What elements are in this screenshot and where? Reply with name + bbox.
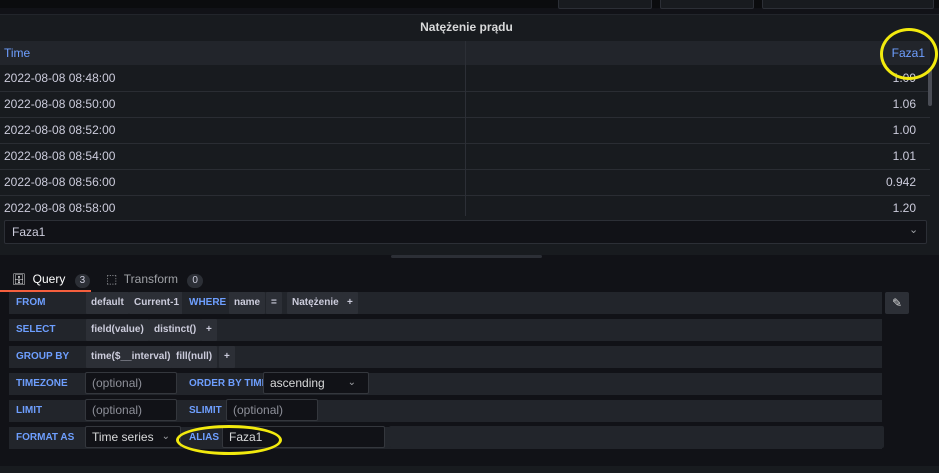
limit-input[interactable]: (optional) [85,399,177,421]
cell-time: 2022-08-08 08:52:00 [4,123,116,137]
format-as-value: Time series [92,430,154,444]
slimit-keyword: SLIMIT [182,400,229,422]
where-tag[interactable]: name [229,292,266,314]
from-measurement[interactable]: Current-1 [129,292,185,314]
cell-time: 2022-08-08 08:50:00 [4,97,116,111]
cell-value: 1.20 [892,201,916,215]
timezone-keyword: TIMEZONE [9,373,83,395]
group-by-keyword: GROUP BY [9,346,83,368]
group-by-add-button[interactable]: + [219,346,235,368]
limit-keyword: LIMIT [9,400,83,422]
slimit-input[interactable]: (optional) [226,399,318,421]
group-by-time[interactable]: time($__interval) [86,346,176,368]
cell-value: 1.00 [892,123,916,137]
highlight-circle [880,28,938,80]
where-tag-value[interactable]: Natężenie [287,292,344,314]
cell-time: 2022-08-08 08:48:00 [4,71,116,85]
toolbar-button[interactable] [660,0,754,9]
where-keyword: WHERE [182,292,234,314]
select-keyword: SELECT [9,319,83,341]
format-as-select[interactable]: Time series ⌄ [85,426,181,448]
column-header-time[interactable]: Time [4,46,30,60]
where-add-button[interactable]: + [342,292,358,314]
transform-icon: ⬚ [106,272,118,286]
toolbar-button[interactable] [762,0,934,9]
chevron-down-icon: ⌄ [909,224,919,236]
pane-splitter[interactable] [391,255,542,258]
order-by-select[interactable]: ascending ⌄ [263,372,369,394]
order-by-time-keyword: ORDER BY TIME [182,373,276,395]
bottom-bar [0,466,939,473]
tab-transform-count: 0 [187,274,203,288]
cell-value: 1.01 [892,149,916,163]
timezone-input[interactable]: (optional) [85,372,177,394]
column-divider [465,41,466,216]
highlight-circle [176,425,282,455]
from-policy[interactable]: default [86,292,129,314]
format-as-keyword: FORMAT AS [9,427,83,449]
series-select-value: Faza1 [12,225,46,239]
tab-query-label: Query [32,272,66,286]
tab-query-count: 3 [74,274,91,288]
chevron-down-icon: ⌄ [161,431,170,442]
select-field[interactable]: field(value) [86,319,149,341]
tab-transform-label: Transform [123,272,179,286]
table-scrollbar[interactable] [928,68,932,106]
database-icon: 🗄 [12,274,26,286]
cell-value: 0.942 [885,175,916,189]
tab-transform[interactable]: ⬚ Transform 0 [106,272,203,288]
where-operator[interactable]: = [266,292,282,314]
series-select[interactable] [4,220,927,244]
group-by-fill[interactable]: fill(null) [171,346,218,368]
panel-title: Natężenie prądu [420,20,513,34]
format-row-filler [389,426,884,448]
from-keyword: FROM [9,292,83,314]
tab-query[interactable]: 🗄 Query 3 [12,272,91,288]
toolbar-button[interactable] [558,0,652,9]
cell-value: 1.06 [892,97,916,111]
order-by-value: ascending [270,376,325,390]
pencil-icon[interactable]: ✎ [885,292,909,314]
select-add-button[interactable]: + [201,319,217,341]
cell-time: 2022-08-08 08:54:00 [4,149,116,163]
select-aggregation[interactable]: distinct() [149,319,202,341]
chevron-down-icon: ⌄ [347,377,356,388]
cell-time: 2022-08-08 08:58:00 [4,201,116,215]
cell-time: 2022-08-08 08:56:00 [4,175,116,189]
